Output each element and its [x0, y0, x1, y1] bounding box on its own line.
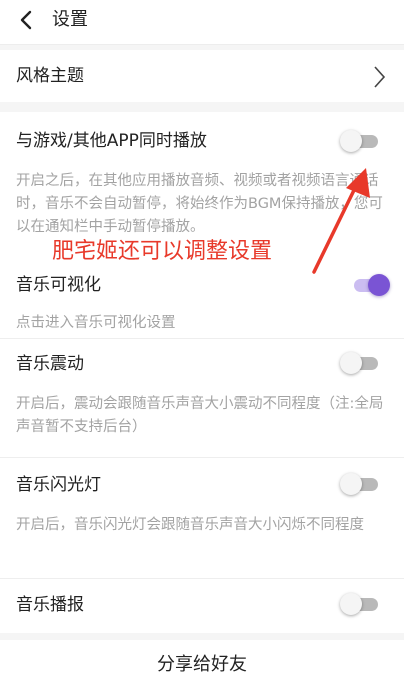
chevron-right-icon [374, 66, 386, 88]
toggle-vibration[interactable] [340, 352, 380, 374]
chevron-left-icon[interactable] [16, 8, 38, 32]
setting-desc-visualization: 点击进入音乐可视化设置 [16, 315, 176, 331]
setting-label-announcement: 音乐播报 [16, 595, 84, 615]
toggle-knob [340, 130, 362, 152]
toggle-announcement[interactable] [340, 593, 380, 615]
toggle-knob [340, 352, 362, 374]
theme-setting-row[interactable]: 风格主题 [0, 50, 404, 102]
theme-setting-label: 风格主题 [16, 66, 84, 86]
setting-card-flashlight: 音乐闪光灯 开启后，音乐闪光灯会跟随音乐声音大小闪烁不同程度 [0, 458, 404, 578]
setting-card-vibration: 音乐震动 开启后，震动会跟随音乐声音大小震动不同程度（注:全局声音暂不支持后台） [0, 339, 404, 457]
setting-label-flashlight: 音乐闪光灯 [16, 475, 101, 495]
setting-card-announcement: 音乐播报 [0, 579, 404, 633]
setting-label-visualization: 音乐可视化 [16, 275, 101, 295]
app-header: 设置 [0, 0, 404, 45]
toggle-knob [340, 473, 362, 495]
setting-desc-flashlight: 开启后，音乐闪光灯会跟随音乐声音大小闪烁不同程度 [16, 517, 364, 533]
toggle-knob [340, 593, 362, 615]
toggle-flashlight[interactable] [340, 473, 380, 495]
setting-label-vibration: 音乐震动 [16, 354, 84, 374]
annotation-arrow-icon [312, 168, 370, 274]
annotation-text: 肥宅姬还可以调整设置 [52, 239, 273, 264]
page-title: 设置 [52, 9, 88, 30]
toggle-background-play[interactable] [340, 130, 380, 152]
setting-label-background-play: 与游戏/其他APP同时播放 [16, 131, 207, 151]
setting-desc-vibration: 开启后，震动会跟随音乐声音大小震动不同程度（注:全局声音暂不支持后台） [16, 396, 384, 435]
share-button[interactable]: 分享给好友 [0, 640, 404, 690]
